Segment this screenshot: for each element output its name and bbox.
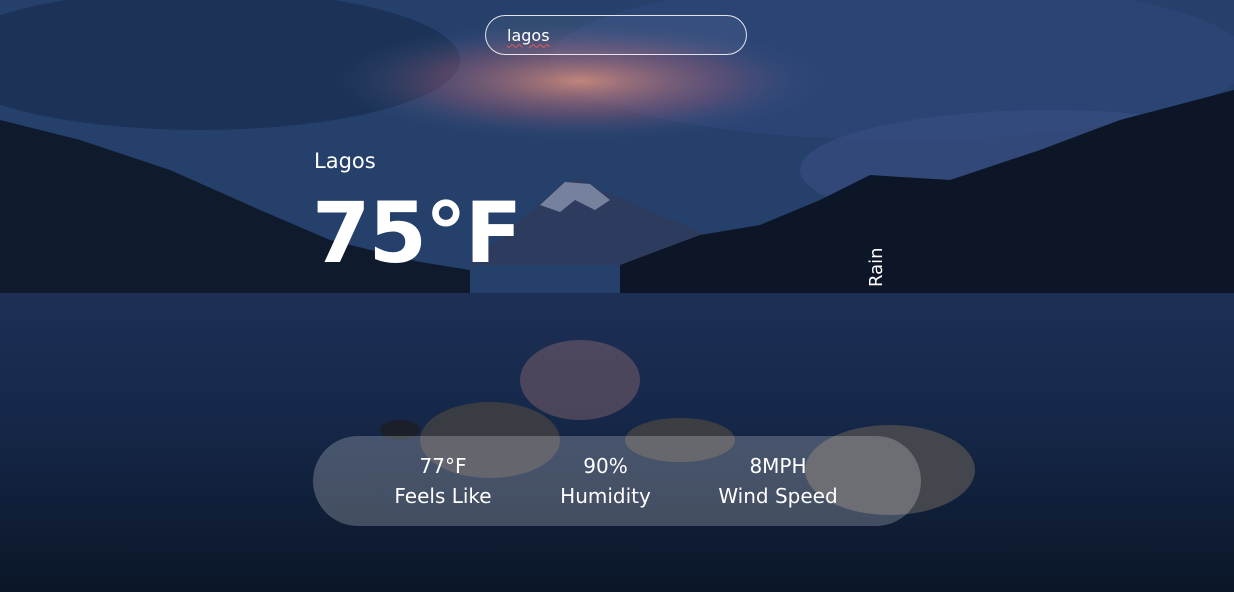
search-input-value: lagos	[507, 25, 550, 45]
weather-description: Rain	[866, 247, 887, 287]
feels-like-label: Feels Like	[394, 484, 492, 508]
temperature-display: 75°F	[312, 184, 522, 282]
wind-speed-label: Wind Speed	[718, 484, 838, 508]
humidity-label: Humidity	[560, 484, 651, 508]
wind-speed-stat: 8MPH Wind Speed	[713, 451, 843, 511]
stats-panel: 77°F Feels Like 90% Humidity 8MPH Wind S…	[313, 436, 921, 526]
search-input[interactable]: lagos	[485, 15, 747, 55]
humidity-value: 90%	[583, 454, 628, 478]
wind-speed-value: 8MPH	[749, 454, 807, 478]
feels-like-value: 77°F	[419, 454, 467, 478]
city-name: Lagos	[314, 149, 376, 173]
feels-like-stat: 77°F Feels Like	[388, 451, 498, 511]
humidity-stat: 90% Humidity	[553, 451, 658, 511]
